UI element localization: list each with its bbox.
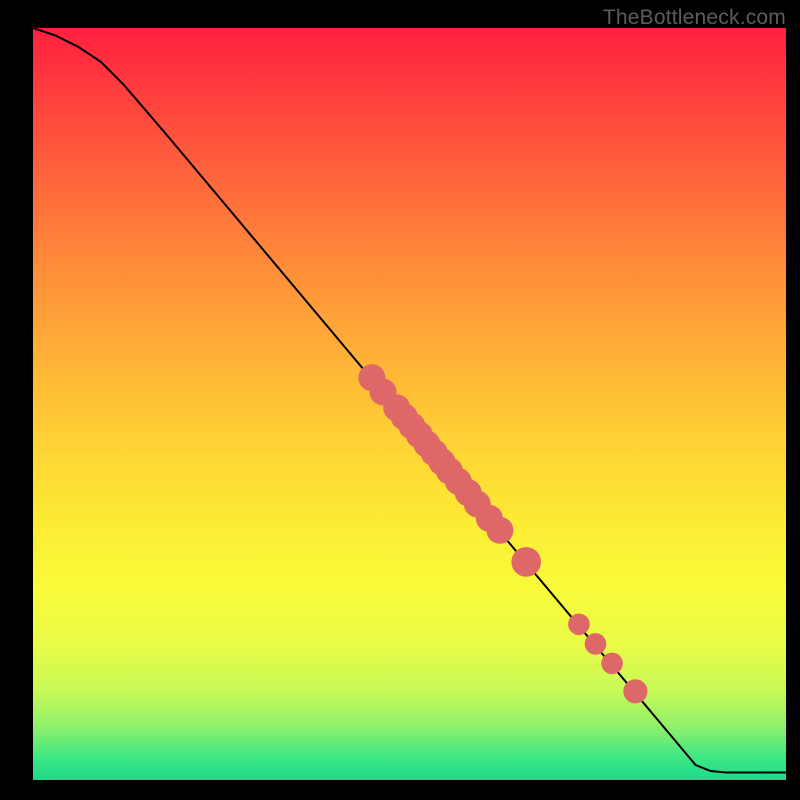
chart-frame: TheBottleneck.com: [0, 0, 800, 800]
data-markers: [358, 364, 647, 703]
data-point: [585, 633, 607, 655]
bottleneck-curve: [33, 28, 786, 773]
data-point: [601, 653, 623, 675]
data-point: [568, 614, 590, 636]
data-point: [486, 517, 513, 544]
chart-svg: [33, 28, 786, 780]
watermark-text: TheBottleneck.com: [603, 6, 786, 30]
plot-area: [33, 28, 786, 780]
data-point: [623, 679, 647, 703]
data-point: [511, 547, 541, 577]
